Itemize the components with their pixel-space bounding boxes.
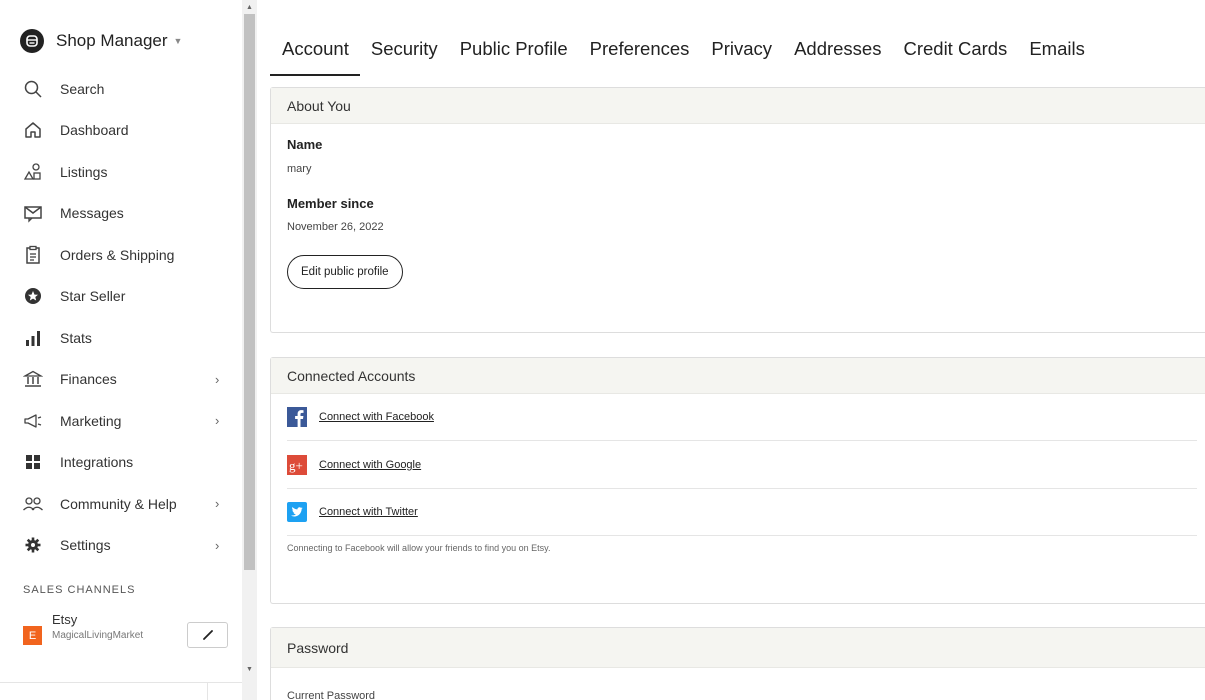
connected-accounts-panel: Connected Accounts Connect with Facebook… [270, 357, 1205, 604]
clipboard-icon [22, 244, 44, 266]
sidebar-item-label: Finances [60, 371, 117, 388]
twitter-icon [287, 502, 307, 522]
sidebar-item-community-help[interactable]: Community & Help › [0, 483, 242, 525]
sidebar-item-search[interactable]: Search [0, 68, 242, 110]
sidebar: Shop Manager ▼ Search Dashboard Listings [0, 0, 242, 700]
sidebar-item-label: Marketing [60, 412, 122, 429]
sidebar-item-label: Listings [60, 163, 108, 180]
megaphone-icon [22, 410, 44, 432]
facebook-icon [287, 407, 307, 427]
panel-title: Connected Accounts [271, 358, 1205, 394]
sidebar-nav: Search Dashboard Listings Messages Order… [0, 68, 242, 566]
scroll-up-arrow-icon[interactable]: ▲ [242, 0, 257, 14]
sidebar-item-finances[interactable]: Finances › [0, 359, 242, 401]
member-since-label: Member since [287, 196, 374, 211]
tab-public-profile[interactable]: Public Profile [449, 34, 579, 76]
connect-note: Connecting to Facebook will allow your f… [287, 543, 551, 553]
scrollbar-thumb[interactable] [244, 14, 255, 570]
sidebar-item-label: Dashboard [60, 122, 129, 139]
chevron-right-icon: › [215, 496, 220, 512]
connect-facebook-row: Connect with Facebook [287, 394, 1197, 441]
sidebar-item-label: Stats [60, 329, 92, 346]
messages-icon [22, 202, 44, 224]
google-plus-icon: g+ [287, 455, 307, 475]
sidebar-item-label: Settings [60, 537, 111, 554]
sidebar-item-listings[interactable]: Listings [0, 151, 242, 193]
sidebar-item-messages[interactable]: Messages [0, 193, 242, 235]
sidebar-item-orders-shipping[interactable]: Orders & Shipping [0, 234, 242, 276]
bank-icon [22, 368, 44, 390]
channel-name: Etsy [52, 612, 78, 627]
home-icon [22, 119, 44, 141]
footer-divider [207, 683, 208, 700]
shop-manager-logo-icon [20, 29, 44, 53]
chevron-right-icon: › [215, 413, 220, 429]
etsy-badge-icon: E [23, 626, 42, 645]
sidebar-item-label: Messages [60, 205, 124, 222]
shop-manager-title: Shop Manager [56, 31, 168, 50]
tab-privacy[interactable]: Privacy [700, 34, 783, 76]
sidebar-item-label: Integrations [60, 454, 134, 471]
sidebar-item-star-seller[interactable]: Star Seller [0, 276, 242, 318]
star-seller-icon [22, 285, 44, 307]
account-settings-tabs: Account Security Public Profile Preferen… [270, 34, 1096, 76]
connect-twitter-link[interactable]: Connect with Twitter [319, 506, 418, 518]
sidebar-item-label: Community & Help [60, 495, 177, 512]
password-panel: Password Current Password [270, 627, 1205, 700]
current-password-label: Current Password [287, 690, 376, 700]
sidebar-item-label: Orders & Shipping [60, 246, 175, 263]
grid-icon [22, 451, 44, 473]
sidebar-item-stats[interactable]: Stats [0, 317, 242, 359]
svg-text:g+: g+ [289, 458, 303, 473]
panel-title: Password [271, 628, 1205, 668]
sidebar-item-label: Star Seller [60, 288, 126, 305]
tab-emails[interactable]: Emails [1018, 34, 1096, 76]
caret-down-icon: ▼ [173, 36, 183, 46]
tab-preferences[interactable]: Preferences [579, 34, 701, 76]
member-since-value: November 26, 2022 [287, 221, 384, 233]
tab-account[interactable]: Account [270, 34, 360, 76]
sidebar-item-settings[interactable]: Settings › [0, 525, 242, 567]
sidebar-footer [0, 682, 242, 700]
search-icon [22, 78, 44, 100]
sidebar-item-dashboard[interactable]: Dashboard [0, 110, 242, 152]
edit-channel-button[interactable] [187, 622, 228, 648]
chevron-right-icon: › [215, 537, 220, 553]
listings-icon [22, 161, 44, 183]
tab-credit-cards[interactable]: Credit Cards [892, 34, 1018, 76]
edit-public-profile-button[interactable]: Edit public profile [287, 255, 403, 289]
connect-twitter-row: Connect with Twitter [287, 489, 1197, 536]
stats-icon [22, 327, 44, 349]
connect-facebook-link[interactable]: Connect with Facebook [319, 411, 434, 423]
tab-addresses[interactable]: Addresses [783, 34, 892, 76]
sales-channels-heading: SALES CHANNELS [23, 584, 136, 596]
gear-icon [22, 534, 44, 556]
tab-security[interactable]: Security [360, 34, 449, 76]
connect-google-row: g+ Connect with Google [287, 442, 1197, 489]
pencil-icon [202, 630, 213, 640]
chevron-right-icon: › [215, 371, 220, 387]
sales-channel-etsy[interactable]: E Etsy MagicalLivingMarket [23, 612, 238, 658]
scroll-down-arrow-icon[interactable]: ▼ [242, 662, 257, 676]
sidebar-scrollbar[interactable]: ▲ ▼ [242, 0, 257, 700]
sidebar-item-marketing[interactable]: Marketing › [0, 400, 242, 442]
name-label: Name [287, 137, 323, 152]
sidebar-item-label: Search [60, 80, 105, 97]
shop-manager-menu[interactable]: Shop Manager ▼ [20, 26, 182, 56]
about-you-panel: About You Name mary Member since Novembe… [270, 87, 1205, 333]
sidebar-item-integrations[interactable]: Integrations [0, 442, 242, 484]
channel-shop-name: MagicalLivingMarket [52, 630, 144, 641]
community-icon [22, 493, 44, 515]
connect-google-link[interactable]: Connect with Google [319, 459, 421, 471]
panel-title: About You [271, 88, 1205, 124]
name-value: mary [287, 163, 312, 175]
